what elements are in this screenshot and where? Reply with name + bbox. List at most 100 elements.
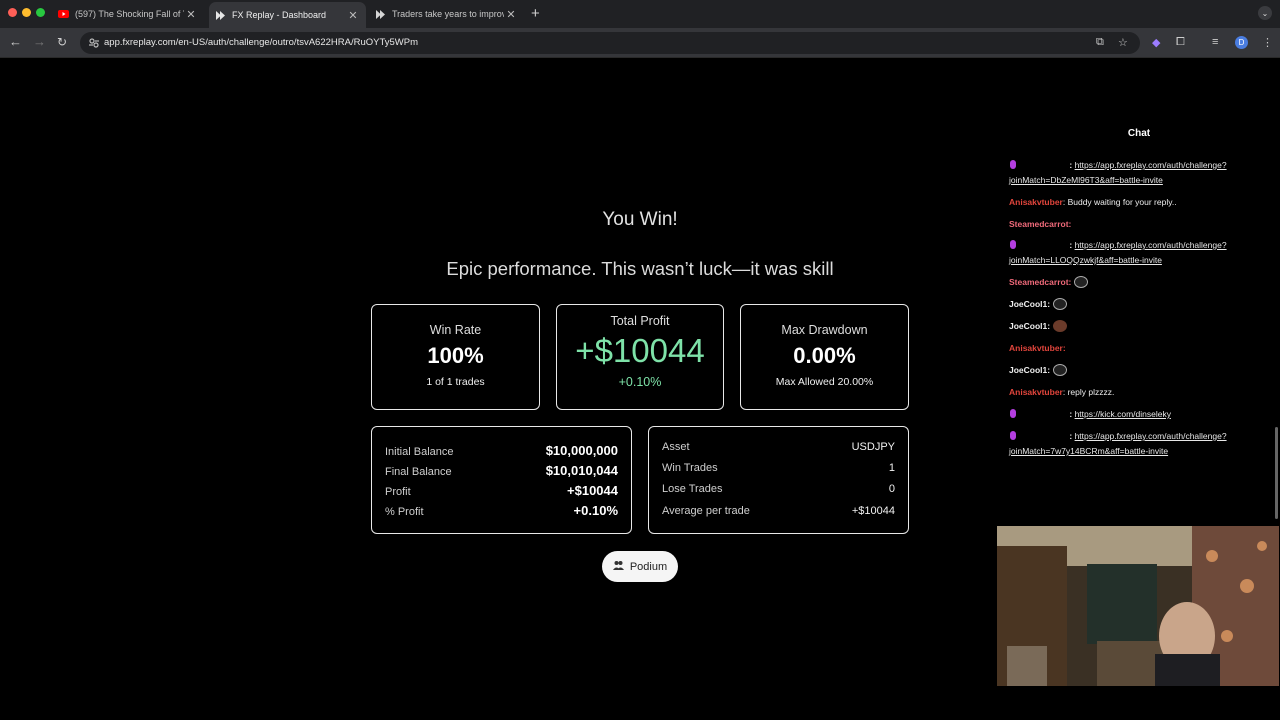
chat-message: : https://app.fxreplay.com/auth/challeng… — [1009, 158, 1276, 188]
chat-text: : — [1047, 365, 1051, 375]
win-rate-card: Win Rate 100% 1 of 1 trades — [371, 304, 540, 410]
total-profit-card: Total Profit +$10044 +0.10% — [556, 304, 724, 410]
trade-row-value: USDJPY — [851, 441, 895, 453]
chevron-down-icon[interactable]: ⌄ — [1258, 6, 1272, 20]
chat-message: JoeCool1: — [1009, 297, 1276, 312]
trade-row-label: Win Trades — [662, 462, 718, 474]
chat-link[interactable]: https://app.fxreplay.com/auth/challenge?… — [1009, 160, 1227, 185]
reload-icon[interactable]: ↻ — [57, 35, 67, 49]
fxreplay-icon — [215, 10, 226, 21]
chat-link[interactable]: https://kick.com/dinseleky — [1075, 409, 1171, 419]
browser-tab-bar: (597) The Shocking Fall of Yu ✕ FX Repla… — [0, 0, 1280, 28]
tab-youtube[interactable]: (597) The Shocking Fall of Yu ✕ — [52, 3, 204, 25]
trade-row-label: Asset — [662, 441, 690, 453]
chat-username[interactable]: JoeCool1 — [1009, 299, 1047, 309]
chat-message: Steamedcarrot: — [1009, 275, 1276, 290]
trade-row: Asset USDJPY — [662, 441, 895, 453]
trade-row: Lose Trades 0 — [662, 483, 895, 495]
chat-text: : — [1047, 321, 1051, 331]
win-rate-label: Win Rate — [429, 323, 482, 337]
chat-message: Anisakvtuber: reply plzzzz. — [1009, 385, 1276, 400]
url-text[interactable]: app.fxreplay.com/en-US/auth/challenge/ou… — [104, 37, 418, 48]
page-viewport: You Win! Epic performance. This wasn’t l… — [0, 59, 1280, 720]
maximize-window-button[interactable] — [36, 8, 45, 17]
trade-row: Average per trade +$10044 — [662, 505, 895, 517]
emote-icon — [1074, 276, 1089, 288]
chat-username[interactable]: Anisakvtuber — [1009, 197, 1063, 207]
chat-message: Anisakvtuber: Buddy waiting for your rep… — [1009, 195, 1276, 210]
balance-row-label: Final Balance — [385, 466, 452, 478]
trade-row: Win Trades 1 — [662, 462, 895, 474]
max-drawdown-card: Max Drawdown 0.00% Max Allowed 20.00% — [740, 304, 909, 410]
youtube-icon — [58, 9, 69, 20]
back-arrow-icon[interactable]: ← — [9, 35, 22, 49]
forward-arrow-icon[interactable]: → — [33, 35, 46, 49]
balance-row-value: +$10044 — [567, 483, 618, 498]
balance-row-value: $10,010,044 — [545, 463, 618, 478]
balance-row-value: +0.10% — [573, 503, 618, 518]
users-icon — [612, 560, 624, 574]
total-profit-value: +$10044 — [575, 332, 705, 369]
puzzle-icon[interactable]: ⧠ — [1176, 36, 1185, 49]
chat-username[interactable]: JoeCool1 — [1009, 321, 1047, 331]
new-tab-button[interactable]: + — [531, 5, 540, 22]
chat-link[interactable]: https://app.fxreplay.com/auth/challenge?… — [1009, 240, 1227, 265]
close-tab-icon[interactable]: ✕ — [346, 9, 360, 22]
total-profit-label: Total Profit — [610, 314, 670, 328]
microphone-icon — [1010, 160, 1016, 169]
chat-message: JoeCool1: — [1009, 363, 1276, 378]
chat-scrollbar[interactable] — [1275, 427, 1278, 519]
media-controls-icon[interactable]: ≡ — [1212, 36, 1218, 48]
profile-avatar[interactable]: D — [1235, 36, 1248, 49]
chat-username[interactable]: Anisakvtuber — [1009, 387, 1063, 397]
win-rate-trades: 1 of 1 trades — [426, 376, 485, 388]
site-settings-icon[interactable] — [88, 37, 100, 49]
max-drawdown-label: Max Drawdown — [781, 323, 868, 337]
trade-row-label: Average per trade — [662, 505, 750, 517]
emote-icon — [1053, 320, 1068, 332]
balance-row: Initial Balance $10,000,000 — [385, 443, 618, 458]
extension-icon[interactable]: ◆ — [1152, 36, 1160, 49]
chat-title: Chat — [1127, 128, 1151, 139]
tab-fx-replay-dashboard[interactable]: FX Replay - Dashboard ✕ — [209, 2, 366, 28]
chat-message: : https://app.fxreplay.com/auth/challeng… — [1009, 238, 1276, 268]
bookmark-star-icon[interactable]: ☆ — [1118, 36, 1128, 49]
balance-row-value: $10,000,000 — [545, 443, 618, 458]
chat-message: Steamedcarrot: — [1009, 217, 1276, 232]
install-app-icon[interactable]: ⧉ — [1096, 36, 1104, 49]
balance-row: % Profit +0.10% — [385, 503, 618, 518]
address-bar[interactable]: app.fxreplay.com/en-US/auth/challenge/ou… — [80, 32, 1140, 54]
chat-text: : — [1068, 277, 1072, 287]
chat-link[interactable]: https://app.fxreplay.com/auth/challenge?… — [1009, 431, 1227, 456]
more-menu-icon[interactable]: ⋮ — [1262, 36, 1273, 49]
balance-card: Initial Balance $10,000,000 Final Balanc… — [371, 426, 632, 534]
chat-text: : — [1062, 343, 1066, 353]
win-rate-value: 100% — [427, 343, 484, 368]
chat-username[interactable]: Steamedcarrot — [1009, 219, 1069, 229]
max-allowed-drawdown: Max Allowed 20.00% — [775, 376, 874, 388]
microphone-icon — [1010, 240, 1016, 249]
chat-text: : reply plzzzz. — [1062, 387, 1115, 397]
trade-row-value: +$10044 — [851, 505, 895, 517]
close-window-button[interactable] — [8, 8, 17, 17]
chat-username[interactable]: Steamedcarrot — [1009, 277, 1069, 287]
chat-username[interactable]: JoeCool1 — [1009, 365, 1047, 375]
tab-title: Traders take years to improve — [392, 9, 504, 19]
chat-message: Anisakvtuber: — [1009, 341, 1276, 356]
microphone-icon — [1010, 431, 1016, 440]
balance-row-label: Profit — [385, 486, 411, 498]
chat-text: : — [1068, 219, 1072, 229]
minimize-window-button[interactable] — [22, 8, 31, 17]
webcam-image — [997, 526, 1279, 686]
chat-username[interactable]: Anisakvtuber — [1009, 343, 1063, 353]
tab-traders[interactable]: Traders take years to improve ✕ — [369, 3, 524, 25]
result-subtitle: Epic performance. This wasn’t luck—it wa… — [446, 258, 834, 279]
podium-button[interactable]: Podium — [602, 551, 678, 582]
close-tab-icon[interactable]: ✕ — [184, 8, 198, 21]
close-tab-icon[interactable]: ✕ — [504, 8, 518, 21]
trade-row-value: 1 — [888, 462, 895, 474]
emote-icon — [1053, 364, 1068, 376]
chat-text: : Buddy waiting for your reply.. — [1062, 197, 1177, 207]
fxreplay-icon — [375, 9, 386, 20]
webcam-feed — [997, 526, 1279, 686]
